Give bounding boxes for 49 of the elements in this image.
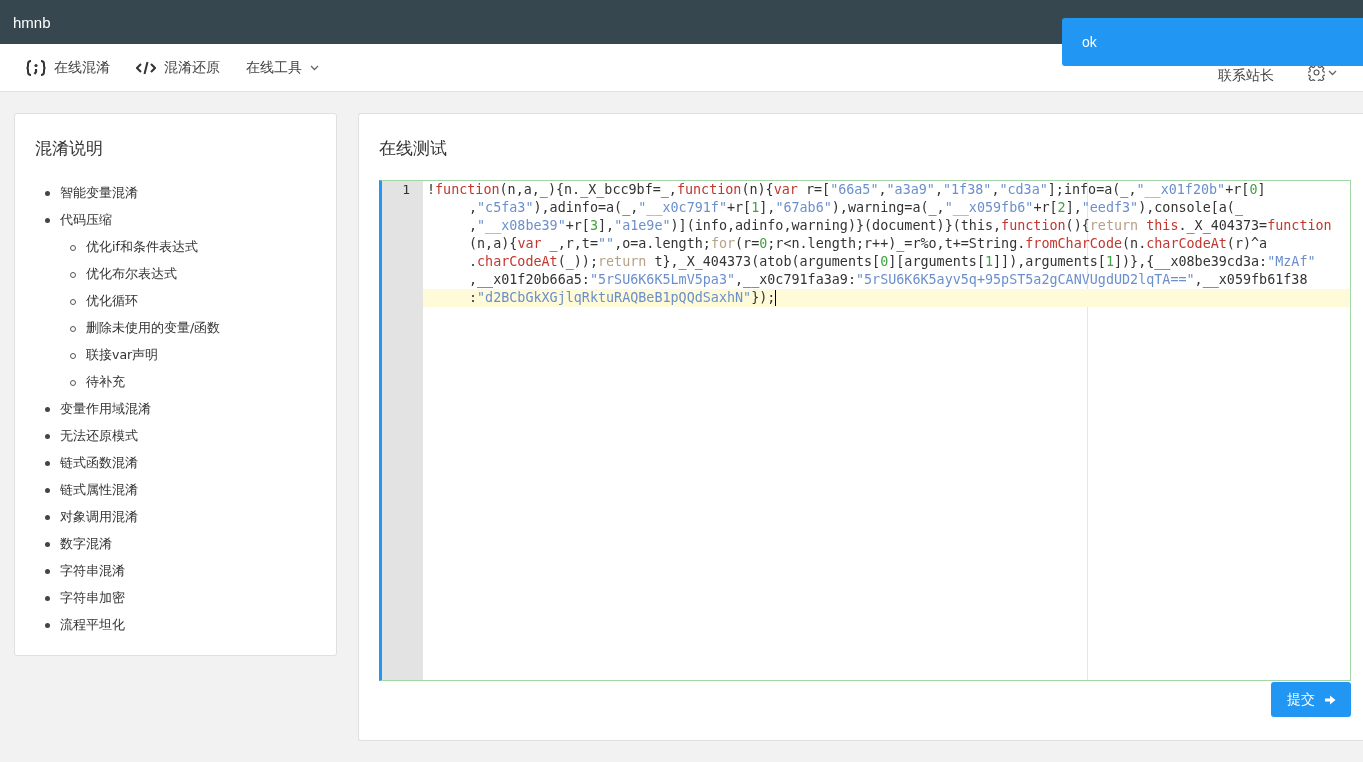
settings-icon[interactable]	[1308, 64, 1325, 81]
list-bullet	[45, 461, 50, 466]
list-bullet	[45, 596, 50, 601]
list-item: 代码压缩	[60, 212, 112, 229]
list-item: 字符串加密	[60, 590, 125, 607]
list-item: 优化if和条件表达式	[86, 239, 198, 256]
code-line: ,"__x08be39"+r[3],"a1e9e")](info,adinfo,warning)}(document)}(this,function(){return this._X_404373=function	[468, 217, 1333, 235]
code-line: !function(n,a,_){n._X_bcc9bf=_,function(n){var r=["66a5","a3a9","1f38","cd3a"];info=a(_,"__x01f20b"+r[0]	[426, 181, 1267, 199]
list-bullet	[45, 218, 50, 223]
list-item: 删除未使用的变量/函数	[86, 320, 221, 337]
app-title: hmnb	[13, 13, 51, 31]
chevron-down-icon	[310, 64, 319, 71]
code-line: .charCodeAt(_));return t},_X_404373(atob(arguments[0][arguments[1]]),arguments[1])},{__x08be39cd3a:"MzAf"	[468, 253, 1317, 271]
list-item: 联接var声明	[86, 347, 159, 364]
list-item: 优化循环	[86, 293, 138, 310]
list-item: 链式函数混淆	[60, 455, 138, 472]
list-bullet	[45, 515, 50, 520]
list-bullet	[45, 407, 50, 412]
list-item: 优化布尔表达式	[86, 266, 177, 283]
list-item: 链式属性混淆	[60, 482, 138, 499]
list-bullet	[45, 569, 50, 574]
chevron-down-icon	[1328, 69, 1337, 76]
nav-item[interactable]: 在线工具	[246, 54, 319, 81]
nav-item[interactable]: 在线混淆	[26, 54, 110, 81]
list-bullet	[45, 434, 50, 439]
card-title: 在线测试	[379, 138, 448, 160]
code-line: (n,a){var _,r,t="",o=a.length;for(r=0;r<n.length;r++)_=r%o,t+=String.fromCharCode(n.charCodeAt(r)^a	[468, 235, 1269, 253]
code-icon	[136, 60, 156, 75]
list-item: 智能变量混淆	[60, 185, 138, 202]
code-editor[interactable]	[379, 180, 1351, 681]
list-item: 数字混淆	[60, 536, 112, 553]
list-bullet	[45, 488, 50, 493]
list-item: 流程平坦化	[60, 617, 125, 634]
list-bullet	[45, 191, 50, 196]
list-item: 无法还原模式	[60, 428, 138, 445]
list-bullet	[45, 623, 50, 628]
list-item: 对象调用混淆	[60, 509, 138, 526]
list-item: 字符串混淆	[60, 563, 125, 580]
line-number: 1	[401, 181, 411, 199]
arrow-right-icon	[1324, 694, 1336, 705]
message-toast: ok	[1062, 18, 1363, 66]
code-line: ,__x01f20b66a5:"5rSU6K6K5LmV5pa3",__x0c791fa3a9:"5rSU6K6K5ayv5q+95pST5a2gCANVUgdUD2lqTA==",__x059fb61f38	[468, 271, 1309, 289]
nav-item[interactable]: 混淆还原	[136, 54, 220, 81]
list-item: 待补充	[86, 374, 125, 391]
card-title: 混淆说明	[35, 138, 104, 160]
braces-icon	[26, 59, 46, 76]
list-bullet	[45, 542, 50, 547]
code-line: ,"c5fa3"),adinfo=a(_,"__x0c791f"+r[1],"67ab6"),warning=a(_,"__x059fb6"+r[2],"eedf3"),console[a(_	[468, 199, 1244, 217]
list-item: 变量作用域混淆	[60, 401, 151, 418]
